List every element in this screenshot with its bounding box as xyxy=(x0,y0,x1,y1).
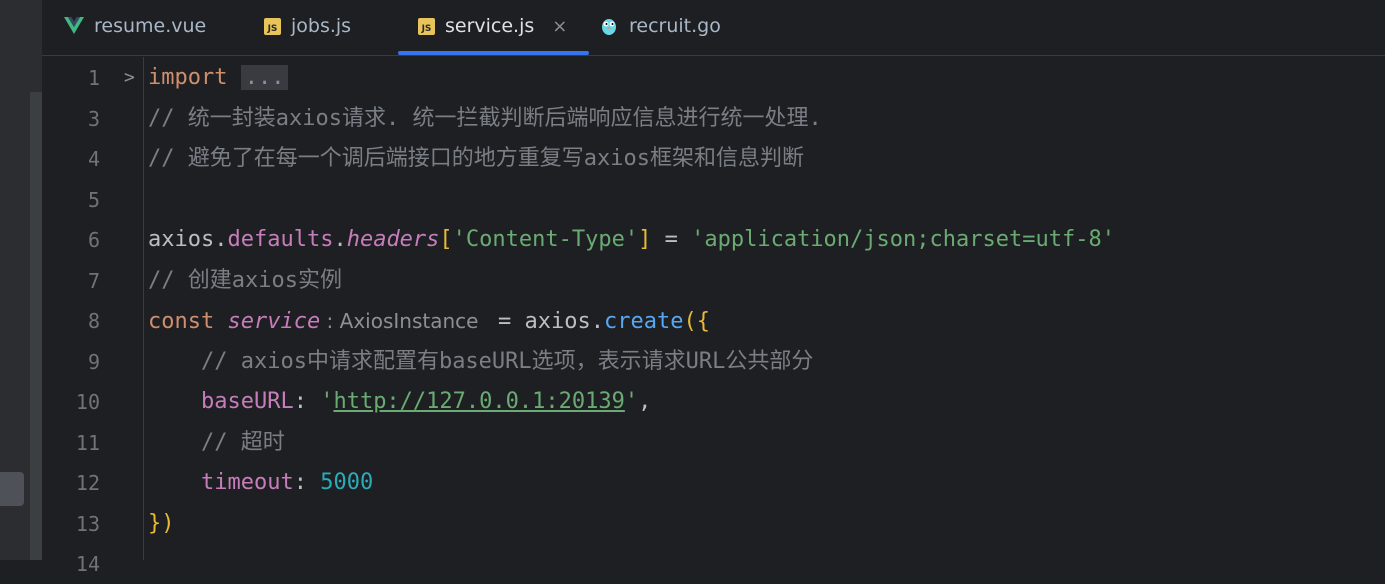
token-comment: // 避免了在每一个调后端接口的地方重复写axios框架和信息判断 xyxy=(148,146,804,171)
tab-label: recruit.go xyxy=(629,15,721,37)
line-number: 6 xyxy=(87,228,100,252)
token-dot: . xyxy=(333,227,347,252)
token-operator: = xyxy=(651,227,692,252)
js-file-icon: JS xyxy=(264,17,281,35)
token-number: 5000 xyxy=(320,470,374,495)
token-comment: // 创建axios实例 xyxy=(148,268,342,293)
token-bracket: ) xyxy=(161,511,175,536)
line-number: 5 xyxy=(87,188,100,212)
line-number: 8 xyxy=(87,309,100,333)
token-operator: = axios. xyxy=(484,309,605,334)
line-number: 11 xyxy=(75,431,100,455)
fold-chevron-icon[interactable]: > xyxy=(124,58,135,98)
code-line-9: 9 // axios中请求配置有baseURL选项，表示请求URL公共部分 xyxy=(42,342,1385,382)
type-inlay-hint: : AxiosInstance xyxy=(320,309,485,333)
code-line-12: 12 timeout: 5000 xyxy=(42,463,1385,503)
line-number: 1 xyxy=(87,66,100,90)
code-line-6: 6 axios.defaults.headers['Content-Type']… xyxy=(42,220,1385,260)
token-quote: ' xyxy=(320,389,334,414)
token-keyword: const xyxy=(148,309,228,334)
token-property: timeout xyxy=(200,470,294,495)
line-number: 10 xyxy=(75,390,100,414)
line-number: 9 xyxy=(87,350,100,374)
token-brace: } xyxy=(148,511,162,536)
code-line-7: 7 // 创建axios实例 xyxy=(42,261,1385,301)
token-variable: service xyxy=(227,309,321,334)
token-bracket: ( xyxy=(683,309,697,334)
token-property: headers xyxy=(346,227,440,252)
token-comment: // 超时 xyxy=(200,430,285,455)
go-gopher-icon xyxy=(599,16,619,36)
token-bracket: [ xyxy=(439,227,453,252)
close-icon[interactable]: × xyxy=(552,16,567,37)
token-keyword: import xyxy=(148,65,228,90)
tab-recruit-go[interactable]: recruit.go xyxy=(599,0,721,52)
token-string: 'application/json;charset=utf-8' xyxy=(691,227,1115,252)
editor-tab-bar: resume.vue JS jobs.js JS service.js × re… xyxy=(42,0,1385,56)
token-comment: // 统一封装axios请求. 统一拦截判断后端响应信息进行统一处理. xyxy=(148,106,822,131)
line-number: 14 xyxy=(75,552,100,576)
folded-imports[interactable]: ... xyxy=(240,65,289,90)
tool-window-strip xyxy=(0,0,42,560)
line-number: 3 xyxy=(87,107,100,131)
code-line-10: 10 baseURL: 'http://127.0.0.1:20139', xyxy=(42,382,1385,422)
code-line-13: 13 }) xyxy=(42,504,1385,544)
token-dot: . xyxy=(214,227,228,252)
token-quote: ' xyxy=(624,389,639,414)
token-url[interactable]: http://127.0.0.1:20139 xyxy=(333,389,624,414)
code-line-4: 4 // 避免了在每一个调后端接口的地方重复写axios框架和信息判断 xyxy=(42,139,1385,179)
line-number: 7 xyxy=(87,269,100,293)
token-colon: : xyxy=(293,470,321,495)
line-number: 13 xyxy=(75,512,100,536)
js-file-icon: JS xyxy=(418,17,435,35)
vue-icon xyxy=(64,17,84,35)
code-line-11: 11 // 超时 xyxy=(42,423,1385,463)
tab-resume-vue[interactable]: resume.vue xyxy=(64,0,206,52)
line-number: 12 xyxy=(75,471,100,495)
tab-label: service.js xyxy=(445,15,535,37)
token-string: 'Content-Type' xyxy=(452,227,639,252)
code-line-3: 3 // 统一封装axios请求. 统一拦截判断后端响应信息进行统一处理. xyxy=(42,99,1385,139)
token-function: create xyxy=(604,309,684,334)
tab-label: resume.vue xyxy=(94,15,207,37)
code-line-14: 14 xyxy=(42,544,1385,584)
token-identifier: axios xyxy=(148,227,215,252)
scrollbar-thumb[interactable] xyxy=(0,472,24,506)
tab-jobs-js[interactable]: JS jobs.js xyxy=(264,0,351,52)
token-colon: : xyxy=(293,389,321,414)
token-bracket: ] xyxy=(638,227,652,252)
line-number: 4 xyxy=(87,147,100,171)
tab-service-js[interactable]: JS service.js × xyxy=(397,0,590,55)
code-line-8: 8 const service : AxiosInstance = axios.… xyxy=(42,301,1385,341)
token-property: baseURL xyxy=(200,389,294,414)
tab-label: jobs.js xyxy=(291,15,352,37)
token-comment: // axios中请求配置有baseURL选项，表示请求URL公共部分 xyxy=(200,349,814,374)
code-line-5: 5 xyxy=(42,180,1385,220)
token-property: defaults xyxy=(227,227,334,252)
scrollbar-track[interactable] xyxy=(30,92,42,560)
token-comma: , xyxy=(638,389,652,414)
code-line-1: 1 > import ... xyxy=(42,58,1385,98)
code-editor[interactable]: 1 > import ... 3 // 统一封装axios请求. 统一拦截判断后… xyxy=(42,57,1385,576)
token-brace: { xyxy=(696,309,711,334)
